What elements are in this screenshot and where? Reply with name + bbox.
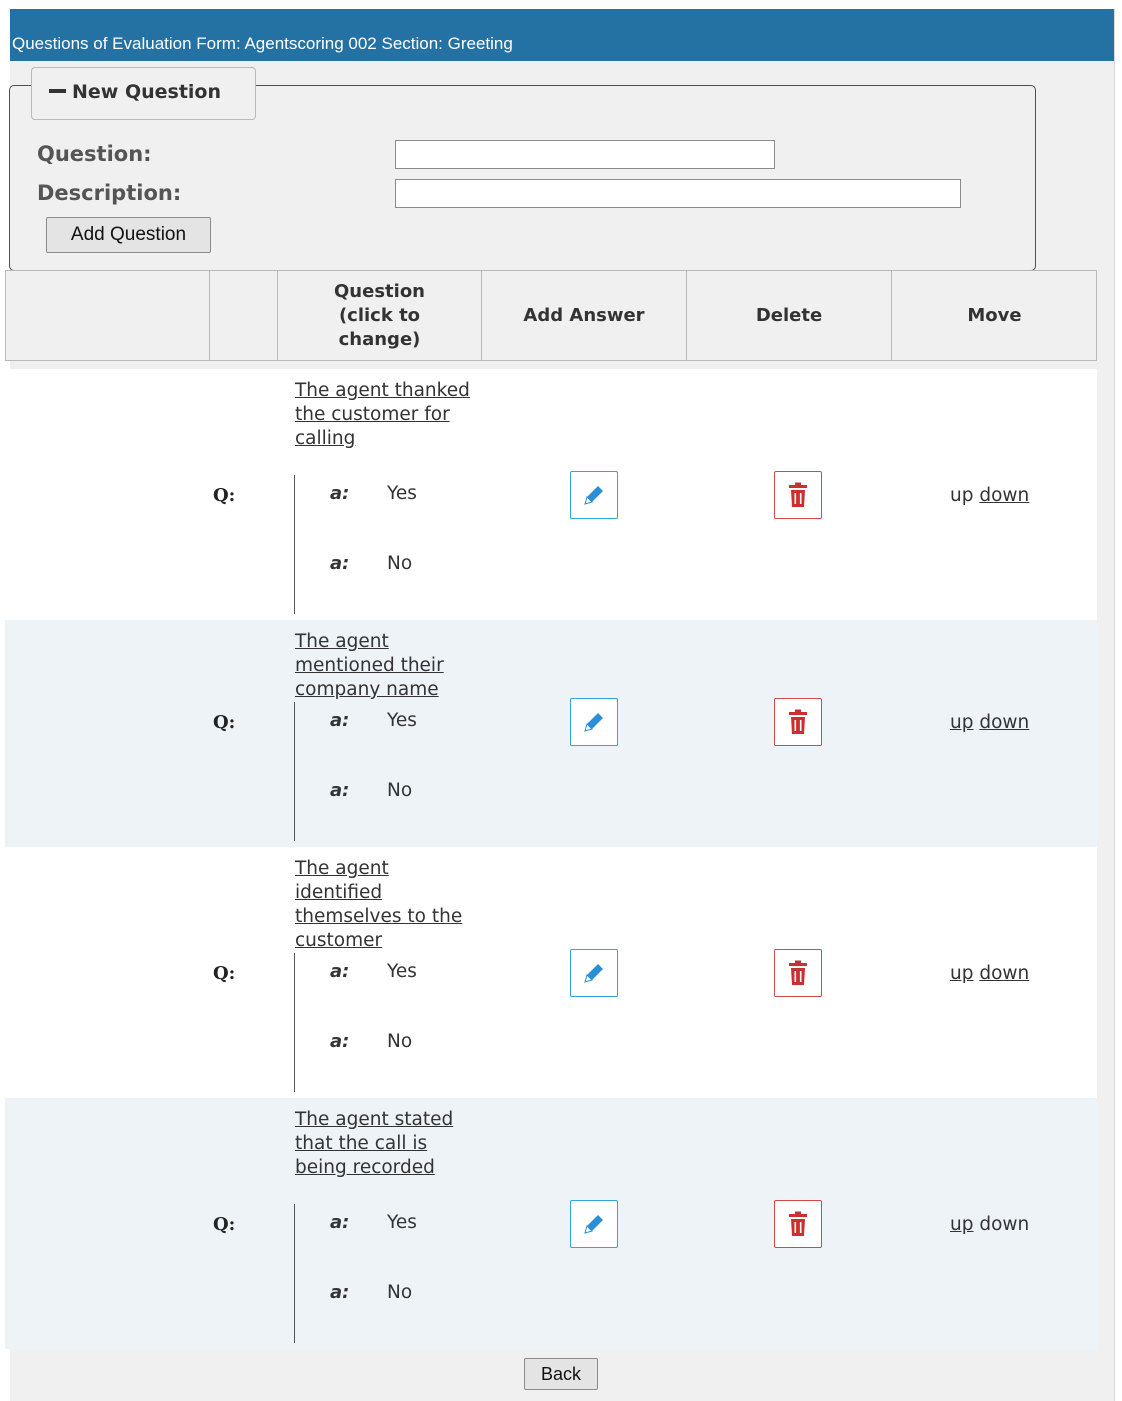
move-up-link[interactable]: up [950,712,973,733]
answer-text: No [387,1031,413,1052]
delete-question-button[interactable] [774,471,822,519]
question-field-label: Question: [37,142,152,166]
move-down-link[interactable]: down [979,485,1029,506]
answer-text: No [387,1282,413,1303]
answers-list: a: Yes a: No [294,702,417,841]
question-label: Q: [213,963,236,984]
header-question: Question (click to change) [278,271,482,360]
question-label: Q: [213,712,236,733]
answer-text: No [387,553,413,574]
header-delete: Delete [687,271,892,360]
answer-text: No [387,780,413,801]
move-controls: up down [950,712,1029,733]
move-down-link[interactable]: down [979,712,1029,733]
answers-list: a: Yes a: No [294,953,417,1092]
question-link[interactable]: The agent mentioned their company name [295,630,470,702]
move-up-link[interactable]: up [950,1214,973,1235]
add-answer-button[interactable] [570,471,618,519]
move-up-link[interactable]: up [950,963,973,984]
trash-icon [787,960,809,986]
question-label: Q: [213,485,236,506]
trash-icon [787,709,809,735]
answer-label: a: [330,483,350,504]
pencil-icon [581,709,607,735]
move-up-link: up [950,485,974,506]
question-link[interactable]: The agent thanked the customer for calli… [295,379,470,451]
header-blank-1 [6,271,210,360]
table-row: The agent mentioned their company name a:… [5,620,1097,847]
collapse-icon [49,88,66,93]
questions-table-header: Question (click to change) Add Answer De… [5,270,1097,361]
add-question-button[interactable]: Add Question [46,217,211,253]
answer-label: a: [330,961,350,982]
question-link[interactable]: The agent identified themselves to the c… [295,857,470,953]
header-move: Move [967,304,1022,326]
description-input[interactable] [395,179,961,208]
answer-text: Yes [387,710,417,731]
answer-label: a: [330,1031,350,1052]
description-field-label: Description: [37,181,182,205]
delete-question-button[interactable] [774,1200,822,1248]
pencil-icon [581,1211,607,1237]
answer-label: a: [330,1282,350,1303]
move-down-link[interactable]: down [979,963,1029,984]
answer-text: Yes [387,961,417,982]
table-row: The agent identified themselves to the c… [5,847,1097,1098]
answer-label: a: [330,710,350,731]
answers-list: a: Yes a: No [294,1204,417,1343]
page-title: Questions of Evaluation Form: Agentscori… [10,9,1114,61]
move-controls: up down [950,963,1029,984]
move-down-link: down [979,1214,1030,1235]
new-question-legend-label: New Question [72,81,222,103]
trash-icon [787,1211,809,1237]
new-question-toggle[interactable]: New Question [31,67,256,120]
header-add-answer: Add Answer [482,271,687,360]
answer-label: a: [330,1212,350,1233]
delete-question-button[interactable] [774,949,822,997]
answer-text: Yes [387,483,417,504]
table-row: The agent thanked the customer for calli… [5,369,1097,620]
delete-question-button[interactable] [774,698,822,746]
add-answer-button[interactable] [570,1200,618,1248]
move-controls: up down [950,1214,1029,1235]
move-controls: up down [950,485,1029,506]
answers-list: a: Yes a: No [294,475,417,614]
answer-label: a: [330,780,350,801]
add-answer-button[interactable] [570,698,618,746]
trash-icon [787,482,809,508]
header-blank-2 [210,271,278,360]
answer-text: Yes [387,1212,417,1233]
pencil-icon [581,482,607,508]
question-label: Q: [213,1214,236,1235]
question-link[interactable]: The agent stated that the call is being … [295,1108,470,1180]
pencil-icon [581,960,607,986]
table-row: The agent stated that the call is being … [5,1098,1097,1349]
answer-label: a: [330,553,350,574]
back-button[interactable]: Back [524,1358,598,1390]
question-input[interactable] [395,140,775,169]
add-answer-button[interactable] [570,949,618,997]
